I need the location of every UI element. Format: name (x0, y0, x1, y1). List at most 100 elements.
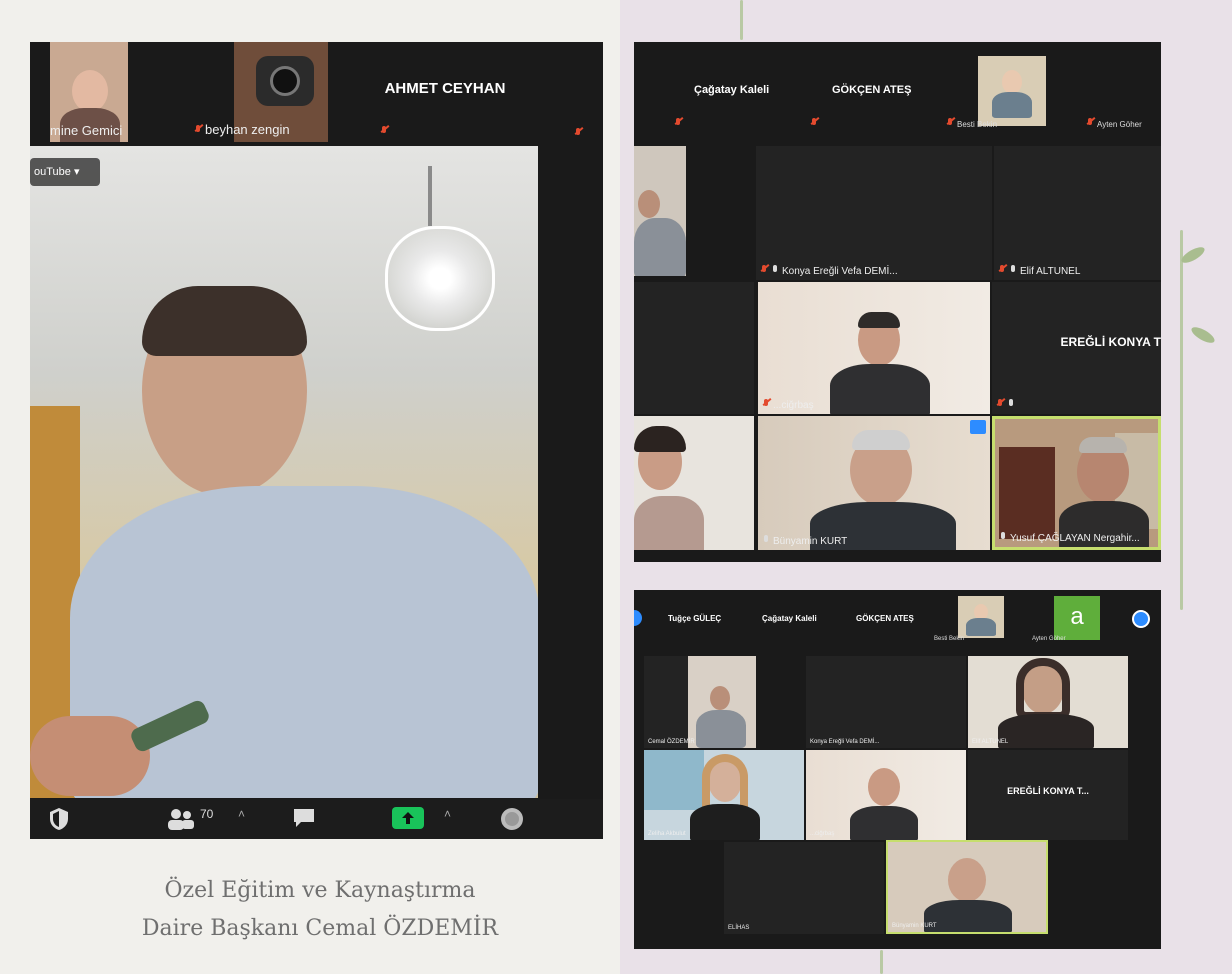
mic-icon (762, 535, 770, 545)
left-zoom-window: mine Gemici beyhan zengin AHMET CEYHAN o… (30, 42, 603, 839)
participant-name: Besti Bekin (957, 120, 998, 129)
participant-name: AHMET CEYHAN (384, 80, 506, 97)
muted-mic-icon (760, 265, 768, 275)
participant-name: GÖKÇEN ATEŞ (856, 614, 914, 623)
muted-mic-icon (998, 265, 1006, 275)
security-button[interactable] (48, 807, 70, 831)
leaf-decoration (1179, 244, 1207, 266)
participant-thumb[interactable]: mine Gemici (50, 42, 128, 142)
video-tile[interactable]: Zeliha Akbulut (644, 750, 804, 840)
tile-name: Konya Ereğli Vefa DEMİ... (810, 739, 880, 745)
tile-label: Konya Ereğli Vefa DEMİ... (760, 265, 898, 277)
muted-mic-icon (762, 399, 770, 409)
previous-page-button[interactable] (634, 610, 642, 626)
tile-label: Bünyamin KURT (762, 535, 847, 547)
muted-mic-icon (996, 399, 1004, 409)
caption: Özel Eğitim ve Kaynaştırma Daire Başkanı… (60, 872, 580, 948)
muted-mic-icon (1086, 118, 1094, 128)
active-speaker-video: ouTube ▾ (30, 146, 538, 798)
video-tile[interactable]: Elif ALTUNEL (994, 146, 1161, 280)
tile-label: Yusuf ÇAĞLAYAN Nergahir... (999, 532, 1140, 544)
share-caret-button[interactable]: ˄ (444, 807, 451, 831)
stem-decoration (880, 950, 883, 974)
participant-strip: mine Gemici beyhan zengin AHMET CEYHAN (30, 42, 603, 144)
muted-mic-icon (194, 125, 202, 135)
tile-label (996, 399, 1018, 411)
video-tile[interactable]: ...ciğrbaş (806, 750, 966, 840)
participant-thumb[interactable]: AHMET CEYHAN (350, 42, 540, 142)
participant-name: beyhan zengin (205, 122, 290, 137)
tile-label: ELİHAS (728, 925, 749, 931)
participant-label: Besti Bekin (934, 636, 964, 642)
video-tile[interactable] (634, 416, 754, 550)
tile-big-name: EREĞLİ KONYA T... (1007, 786, 1089, 796)
participants-icon (168, 809, 194, 830)
chat-icon (294, 809, 314, 827)
chat-button[interactable] (292, 807, 316, 831)
lamp-cord (428, 166, 432, 226)
video-tile[interactable]: Konya Ereğli Vefa DEMİ... (756, 146, 992, 280)
caret-up-icon: ˄ (238, 807, 246, 821)
participant-strip: Tuğçe GÜLEÇ Çağatay Kaleli GÖKÇEN ATEŞ B… (634, 590, 1161, 646)
participant-name: mine Gemici (50, 123, 123, 138)
share-badge[interactable]: ouTube ▾ (30, 158, 100, 186)
muted-mic-icon (674, 118, 682, 128)
mic-icon (999, 532, 1007, 542)
participant-label: Ayten Göher (1032, 636, 1066, 642)
stem-decoration (740, 0, 743, 40)
muted-mic-icon (810, 118, 818, 128)
tile-big-name: EREĞLİ KONYA T (1060, 334, 1161, 349)
participant-name: Ayten Göher (1032, 636, 1066, 642)
chevron-down-icon: ▾ (73, 166, 80, 178)
participant-thumb[interactable] (958, 596, 1004, 638)
participant-name: Ayten Göher (1097, 120, 1142, 129)
tile-label: Elif ALTUNEL (998, 265, 1080, 277)
next-page-button[interactable] (1132, 610, 1150, 628)
camera-lens-ring (270, 66, 300, 96)
video-tile-active-speaker[interactable]: Yusuf ÇAĞLAYAN Nergahir... (992, 416, 1161, 550)
video-tile[interactable] (634, 282, 754, 414)
tile-name: ...ciğrbaş (810, 831, 835, 837)
caption-line-2: Daire Başkanı Cemal ÖZDEMİR (141, 916, 499, 941)
meeting-toolbar: 70 ˄ ˄ (30, 799, 603, 839)
video-tile[interactable]: ...ciğrbaş (758, 282, 990, 414)
video-tile[interactable]: Elif ALTUNEL (968, 656, 1128, 748)
muted-mic-icon (574, 128, 582, 138)
participants-button[interactable]: 70 (166, 807, 213, 831)
tile-name: Konya Ereğli Vefa DEMİ... (782, 266, 898, 277)
video-tile[interactable]: Konya Ereğli Vefa DEMİ... (806, 656, 966, 748)
video-tile[interactable]: Cemal ÖZDEMİR (644, 656, 756, 748)
participant-name: Çağatay Kaleli (762, 614, 817, 623)
participant-name: Tuğçe GÜLEÇ (668, 614, 722, 623)
stem-decoration (1180, 230, 1183, 610)
caption-line-1: Özel Eğitim ve Kaynaştırma (164, 878, 476, 903)
tile-name: Bünyamin KURT (892, 923, 937, 929)
tile-label: ...ciğrbaş (810, 831, 834, 837)
video-tile-active-speaker[interactable]: Bünyamin KURT (886, 840, 1048, 934)
caret-up-icon: ˄ (444, 807, 452, 821)
tile-name: ...ciğrbaş (773, 400, 814, 411)
avatar[interactable]: a (1054, 596, 1100, 640)
ceiling-lamp (385, 226, 495, 331)
video-tile[interactable] (634, 146, 686, 276)
participant-strip: Çağatay Kaleli GÖKÇEN ATEŞ Besti Bekin A… (634, 42, 1161, 134)
mic-icon (771, 265, 779, 275)
participants-caret-button[interactable]: ˄ (238, 807, 245, 831)
more-options-icon[interactable] (970, 420, 986, 434)
muted-mic-icon (380, 126, 388, 136)
tile-label: ...ciğrbaş (762, 399, 814, 411)
record-button[interactable] (500, 807, 524, 831)
participant-thumb[interactable] (978, 56, 1046, 126)
video-tile[interactable]: EREĞLİ KONYA T... (968, 750, 1128, 840)
share-screen-button[interactable] (392, 807, 424, 831)
video-tile[interactable]: ELİHAS (724, 842, 884, 934)
tile-label: Cemal ÖZDEMİR (648, 739, 695, 745)
right-top-zoom-window: Çağatay Kaleli GÖKÇEN ATEŞ Besti Bekin A… (634, 42, 1161, 562)
video-tile[interactable]: EREĞLİ KONYA T (992, 282, 1161, 414)
participant-label: Ayten Göher (1086, 118, 1142, 129)
speaker-hand (30, 716, 150, 796)
tile-name: ELİHAS (728, 925, 750, 931)
tile-name: Yusuf ÇAĞLAYAN Nergahir... (1010, 533, 1140, 544)
video-tile[interactable]: Bünyamin KURT (758, 416, 990, 550)
participant-label: Besti Bekin (946, 118, 997, 129)
